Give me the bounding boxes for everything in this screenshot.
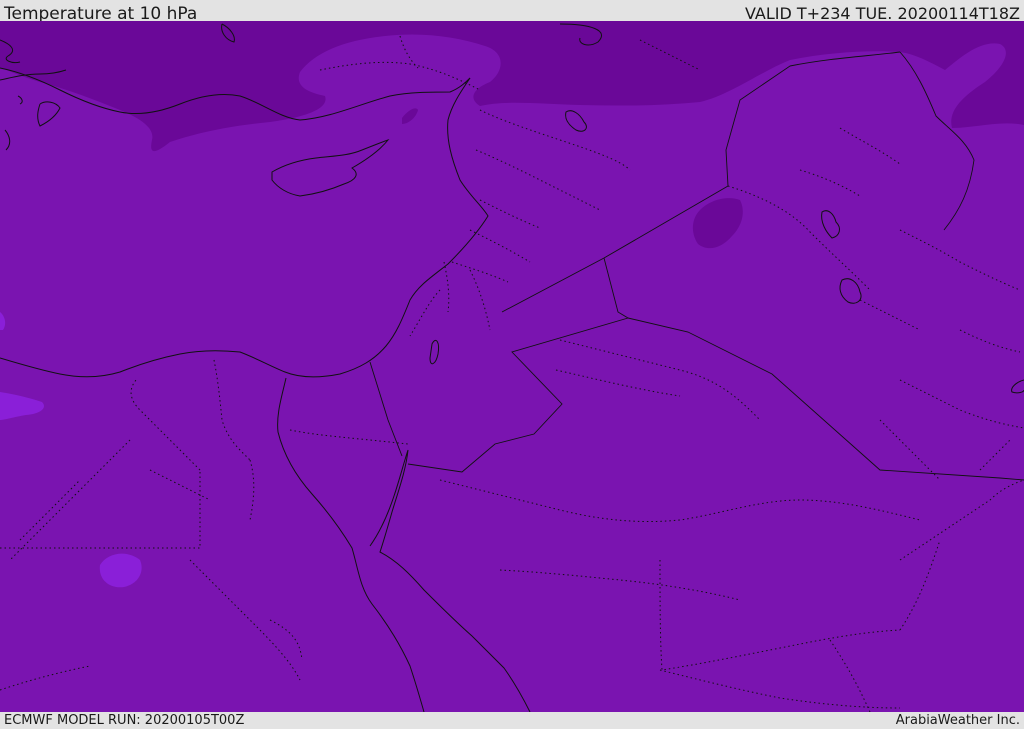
credit: ArabiaWeather Inc.: [895, 713, 1020, 728]
header-bar: Temperature at 10 hPa VALID T+234 TUE. 2…: [0, 0, 1024, 24]
map-svg: [0, 21, 1024, 712]
footer-bar: ECMWF MODEL RUN: 20200105T00Z ArabiaWeat…: [0, 712, 1024, 729]
model-run: ECMWF MODEL RUN: 20200105T00Z: [4, 713, 245, 728]
weather-map[interactable]: [0, 21, 1024, 712]
